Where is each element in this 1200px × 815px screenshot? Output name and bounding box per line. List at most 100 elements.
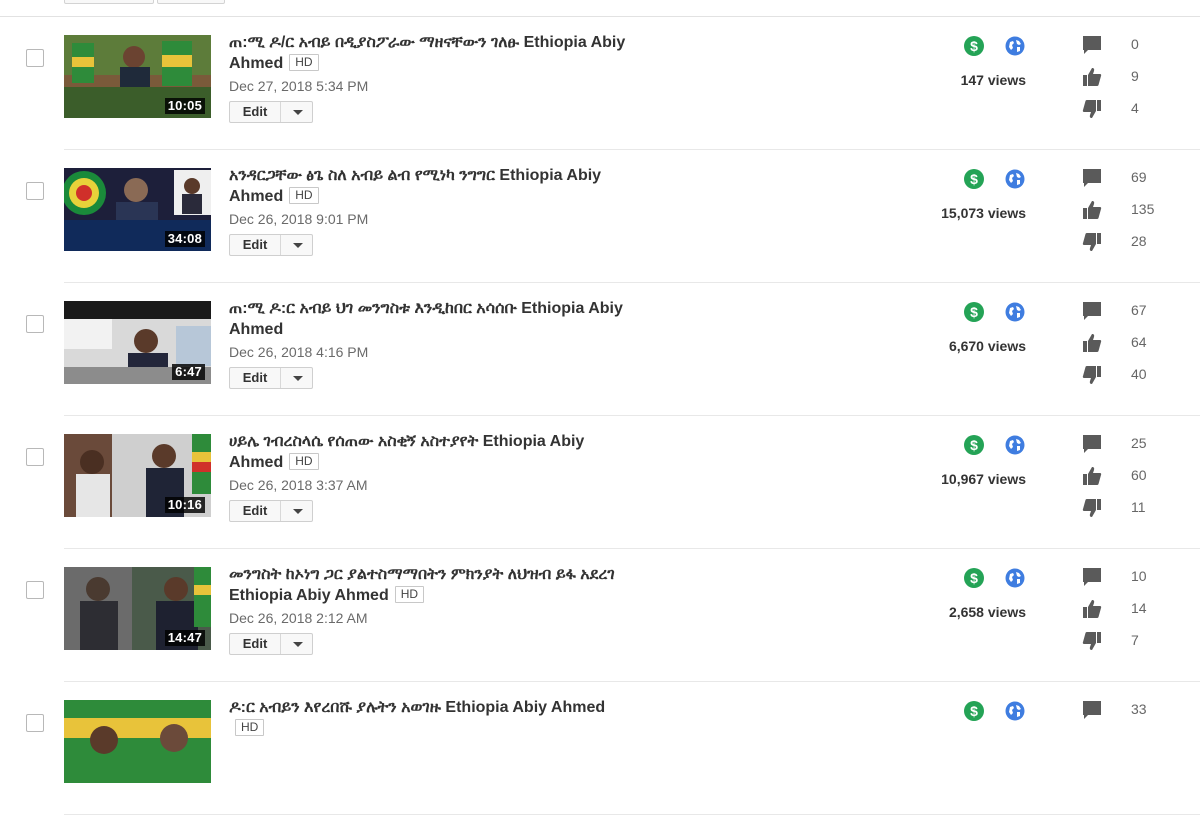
video-title-text[interactable]: ሀይሌ ገብረስላሴ የሰጠው አስቂኝ አስተያየት Ethiopia Abi…: [229, 433, 584, 471]
edit-button[interactable]: Edit: [230, 102, 281, 122]
chevron-down-icon[interactable]: [281, 501, 312, 521]
comment-icon[interactable]: [1082, 567, 1102, 587]
dislike-count[interactable]: 40: [1131, 366, 1147, 382]
thumbs-up-icon[interactable]: [1082, 333, 1102, 353]
upload-date: Dec 27, 2018 5:34 PM: [229, 78, 369, 94]
comment-count[interactable]: 25: [1131, 435, 1147, 451]
video-thumbnail[interactable]: 10:16: [64, 434, 211, 517]
comment-icon[interactable]: [1082, 301, 1102, 321]
thumbs-up-icon[interactable]: [1082, 599, 1102, 619]
select-checkbox[interactable]: [26, 49, 44, 67]
thumbnail-image: [64, 700, 211, 783]
dollar-icon[interactable]: $: [964, 169, 984, 189]
edit-button[interactable]: Edit: [230, 501, 281, 521]
select-checkbox[interactable]: [26, 182, 44, 200]
globe-icon[interactable]: [1005, 435, 1025, 455]
view-count: 147 views: [960, 72, 1026, 88]
upload-date: Dec 26, 2018 4:16 PM: [229, 344, 369, 360]
dislike-count[interactable]: 7: [1131, 632, 1139, 648]
upload-date: Dec 26, 2018 3:37 AM: [229, 477, 368, 493]
globe-icon[interactable]: [1005, 169, 1025, 189]
dollar-icon[interactable]: $: [964, 701, 984, 721]
edit-dropdown[interactable]: Edit: [229, 101, 313, 123]
thumbs-down-icon[interactable]: [1082, 99, 1102, 119]
video-title[interactable]: ሀይሌ ገብረስላሴ የሰጠው አስቂኝ አስተያየት Ethiopia Abi…: [229, 431, 629, 473]
video-row: 34:08 አንዳርጋቸው ፅጌ ስለ አብይ ልብ የሚነካ ንግግር Ethi…: [0, 150, 1200, 283]
video-row: 6:47 ጠ:ሚ ዶ:ር አብይ ህገ መንግስቱ እንዲከበር አሳሰቡ Eth…: [0, 283, 1200, 416]
upload-date: Dec 26, 2018 9:01 PM: [229, 211, 369, 227]
dislike-count[interactable]: 4: [1131, 100, 1139, 116]
select-checkbox[interactable]: [26, 714, 44, 732]
view-count: 10,967 views: [941, 471, 1026, 487]
edit-dropdown[interactable]: Edit: [229, 633, 313, 655]
dollar-icon[interactable]: $: [964, 435, 984, 455]
hd-badge: HD: [289, 187, 319, 204]
video-title[interactable]: መንግስት ከኦነግ ጋር ያልተስማማበትን ምክንያት ለህዝብ ይፋ አደ…: [229, 564, 629, 606]
edit-dropdown[interactable]: Edit: [229, 234, 313, 256]
select-checkbox[interactable]: [26, 581, 44, 599]
chevron-down-icon[interactable]: [281, 634, 312, 654]
like-count[interactable]: 64: [1131, 334, 1147, 350]
comment-icon[interactable]: [1082, 700, 1102, 720]
select-checkbox[interactable]: [26, 315, 44, 333]
video-title-text[interactable]: ጠ:ሚ ዶ:ር አብይ ህገ መንግስቱ እንዲከበር አሳሰቡ Ethiopi…: [229, 300, 623, 338]
dollar-icon[interactable]: $: [964, 36, 984, 56]
duration-badge: 34:08: [164, 231, 205, 247]
like-count[interactable]: 9: [1131, 68, 1139, 84]
video-thumbnail[interactable]: 34:08: [64, 168, 211, 251]
like-count[interactable]: 60: [1131, 467, 1147, 483]
video-title[interactable]: ጠ:ሚ ዶ:ር አብይ ህገ መንግስቱ እንዲከበር አሳሰቡ Ethiopi…: [229, 298, 629, 340]
video-thumbnail[interactable]: [64, 700, 211, 783]
edit-dropdown[interactable]: Edit: [229, 367, 313, 389]
edit-button[interactable]: Edit: [230, 634, 281, 654]
dislike-count[interactable]: 11: [1131, 499, 1146, 515]
video-thumbnail[interactable]: 6:47: [64, 301, 211, 384]
thumbs-down-icon[interactable]: [1082, 232, 1102, 252]
top-button[interactable]: [157, 0, 225, 4]
video-title[interactable]: ዶ:ር አብይን እየረበሹ ያሉትን አወገዙ Ethiopia Abiy A…: [229, 697, 629, 739]
comment-count[interactable]: 33: [1131, 701, 1147, 717]
video-title[interactable]: አንዳርጋቸው ፅጌ ስለ አብይ ልብ የሚነካ ንግግር Ethiopia …: [229, 165, 629, 207]
video-thumbnail[interactable]: 10:05: [64, 35, 211, 118]
comment-icon[interactable]: [1082, 35, 1102, 55]
comment-icon[interactable]: [1082, 168, 1102, 188]
comment-count[interactable]: 10: [1131, 568, 1147, 584]
chevron-down-icon[interactable]: [281, 368, 312, 388]
hd-badge: HD: [394, 586, 425, 603]
video-title-text[interactable]: አንዳርጋቸው ፅጌ ስለ አብይ ልብ የሚነካ ንግግር Ethiopia …: [229, 167, 601, 205]
thumbs-up-icon[interactable]: [1082, 200, 1102, 220]
hd-badge: HD: [289, 54, 319, 71]
like-count[interactable]: 135: [1131, 201, 1154, 217]
edit-button[interactable]: Edit: [230, 368, 281, 388]
video-row: ዶ:ር አብይን እየረበሹ ያሉትን አወገዙ Ethiopia Abiy A…: [0, 682, 1200, 815]
view-count: 6,670 views: [948, 338, 1026, 354]
chevron-down-icon[interactable]: [281, 235, 312, 255]
like-count[interactable]: 14: [1131, 600, 1147, 616]
globe-icon[interactable]: [1005, 701, 1025, 721]
comment-count[interactable]: 0: [1131, 36, 1139, 52]
thumbs-down-icon[interactable]: [1082, 498, 1102, 518]
comment-count[interactable]: 69: [1131, 169, 1147, 185]
video-title-text[interactable]: ዶ:ር አብይን እየረበሹ ያሉትን አወገዙ Ethiopia Abiy A…: [229, 699, 605, 716]
comment-icon[interactable]: [1082, 434, 1102, 454]
thumbs-down-icon[interactable]: [1082, 631, 1102, 651]
dollar-icon[interactable]: $: [964, 302, 984, 322]
video-thumbnail[interactable]: 14:47: [64, 567, 211, 650]
thumbs-up-icon[interactable]: [1082, 466, 1102, 486]
globe-icon[interactable]: [1005, 36, 1025, 56]
globe-icon[interactable]: [1005, 568, 1025, 588]
chevron-down-icon[interactable]: [281, 102, 312, 122]
globe-icon[interactable]: [1005, 302, 1025, 322]
dollar-icon[interactable]: $: [964, 568, 984, 588]
thumbs-down-icon[interactable]: [1082, 365, 1102, 385]
select-checkbox[interactable]: [26, 448, 44, 466]
duration-badge: 10:16: [164, 497, 205, 513]
edit-dropdown[interactable]: Edit: [229, 500, 313, 522]
edit-button[interactable]: Edit: [230, 235, 281, 255]
video-title[interactable]: ጠ:ሚ ዶ/ር አብይ በዲያስፖራው ማዘናቸውን ገለፁ Ethiopia …: [229, 32, 629, 74]
top-button[interactable]: [64, 0, 154, 4]
dislike-count[interactable]: 28: [1131, 233, 1147, 249]
duration-badge: 14:47: [164, 630, 205, 646]
comment-count[interactable]: 67: [1131, 302, 1147, 318]
thumbs-up-icon[interactable]: [1082, 67, 1102, 87]
